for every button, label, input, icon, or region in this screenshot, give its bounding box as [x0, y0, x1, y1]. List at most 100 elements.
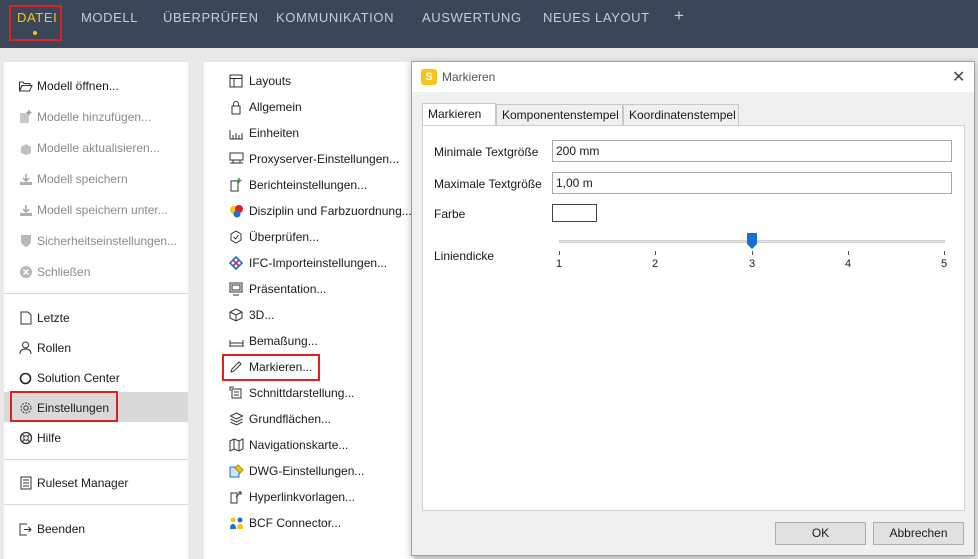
lifebuoy-icon	[18, 431, 33, 446]
tab-kommunikation[interactable]: KOMMUNIKATION	[276, 0, 394, 48]
menu-item-label: Modell speichern unter...	[37, 203, 168, 217]
slider-tick-label: 1	[555, 258, 563, 270]
menu-item-modelle-hinzufuegen[interactable]: Modelle hinzufügen...	[18, 106, 151, 128]
settings-item-dwg[interactable]: DWG-Einstellungen...	[228, 461, 364, 481]
settings-item-label: Schnittdarstellung...	[249, 386, 355, 400]
settings-item-bcf-connector[interactable]: BCF Connector...	[228, 513, 341, 533]
menu-item-modell-speichern-unter[interactable]: Modell speichern unter...	[18, 199, 168, 221]
settings-item-label: Einheiten	[249, 126, 300, 140]
settings-item-layouts[interactable]: Layouts	[228, 71, 291, 91]
settings-item-label: Überprüfen...	[249, 230, 320, 244]
settings-item-label: Disziplin und Farbzuordnung...	[249, 204, 412, 218]
settings-item-ifc-import[interactable]: IFC-Importeinstellungen...	[228, 253, 387, 273]
close-circle-icon	[18, 265, 33, 280]
menu-item-modell-oeffnen[interactable]: Modell öffnen...	[18, 75, 119, 97]
menu-item-letzte[interactable]: Letzte	[18, 307, 70, 329]
settings-item-bemassung[interactable]: Bemaßung...	[228, 331, 318, 351]
circle-icon	[18, 371, 33, 386]
document-icon	[18, 311, 33, 326]
section-icon	[228, 385, 244, 401]
settings-item-3d[interactable]: 3D...	[228, 305, 274, 325]
settings-item-label: BCF Connector...	[249, 516, 342, 530]
min-text-size-label: Minimale Textgröße	[434, 145, 539, 159]
settings-item-navigationskarte[interactable]: Navigationskarte...	[228, 435, 348, 455]
ok-button[interactable]: OK	[775, 522, 866, 545]
settings-item-label: 3D...	[249, 308, 275, 322]
tab-auswertung[interactable]: AUSWERTUNG	[422, 0, 522, 48]
user-icon	[18, 341, 33, 356]
max-text-size-label: Maximale Textgröße	[434, 177, 542, 191]
slider-tick	[848, 251, 849, 255]
slider-tick-label: 5	[940, 258, 948, 270]
settings-menu-panel: Layouts Allgemein Einheiten Proxyserver-…	[204, 62, 414, 559]
min-text-size-input[interactable]: 200 mm	[552, 140, 952, 162]
presentation-icon	[228, 281, 244, 297]
menu-item-sicherheitseinstellungen[interactable]: Sicherheitseinstellungen...	[18, 230, 177, 252]
settings-item-praesentation[interactable]: Präsentation...	[228, 279, 326, 299]
slider-tick-label: 3	[748, 258, 756, 270]
settings-item-hyperlinkvorlagen[interactable]: Hyperlinkvorlagen...	[228, 487, 355, 507]
max-text-size-input[interactable]: 1,00 m	[552, 172, 952, 194]
menu-item-rollen[interactable]: Rollen	[18, 337, 71, 359]
settings-item-einheiten[interactable]: Einheiten	[228, 123, 299, 143]
settings-item-grundflaechen[interactable]: Grundflächen...	[228, 409, 331, 429]
ruleset-icon	[18, 476, 33, 491]
settings-item-label: Bemaßung...	[249, 334, 318, 348]
settings-item-label: Allgemein	[249, 100, 302, 114]
menu-divider	[4, 293, 188, 294]
line-width-slider-thumb[interactable]	[747, 233, 757, 249]
markieren-tab-page: Minimale Textgröße 200 mm Maximale Textg…	[422, 125, 965, 511]
slider-tick	[752, 251, 753, 255]
settings-item-ueberpruefen[interactable]: Überprüfen...	[228, 227, 319, 247]
menu-item-ruleset-manager[interactable]: Ruleset Manager	[18, 472, 128, 494]
add-tab-button[interactable]: +	[674, 6, 684, 26]
menu-item-hilfe[interactable]: Hilfe	[18, 427, 61, 449]
slider-tick	[944, 251, 945, 255]
tab-koordinatenstempel[interactable]: Koordinatenstempel	[623, 104, 739, 126]
menu-item-label: Solution Center	[37, 371, 120, 385]
settings-item-schnittdarstellung[interactable]: Schnittdarstellung...	[228, 383, 354, 403]
top-menu-bar: DATEI MODELL ÜBERPRÜFEN KOMMUNIKATION AU…	[0, 0, 978, 48]
color-discipline-icon	[228, 203, 244, 219]
menu-item-label: Hilfe	[37, 431, 62, 445]
exit-icon	[18, 522, 33, 537]
dimension-icon	[228, 333, 244, 349]
settings-item-allgemein[interactable]: Allgemein	[228, 97, 302, 117]
color-picker-button[interactable]	[552, 204, 597, 222]
refresh-model-icon	[18, 141, 33, 156]
settings-item-label: Layouts	[249, 74, 292, 88]
tab-ueberpruefen[interactable]: ÜBERPRÜFEN	[163, 0, 259, 48]
menu-item-schliessen[interactable]: Schließen	[18, 261, 90, 283]
settings-item-label: Proxyserver-Einstellungen...	[249, 152, 400, 166]
tab-modell[interactable]: MODELL	[81, 0, 138, 48]
menu-item-label: Modelle hinzufügen...	[37, 110, 152, 124]
tab-neues-layout[interactable]: NEUES LAYOUT	[543, 0, 650, 48]
settings-item-label: IFC-Importeinstellungen...	[249, 256, 388, 270]
folder-open-icon	[18, 79, 33, 94]
dialog-title: Markieren	[442, 70, 496, 84]
settings-item-label: DWG-Einstellungen...	[249, 464, 365, 478]
markieren-dialog: S Markieren ✕ Markieren Komponentenstemp…	[411, 61, 975, 556]
menu-item-beenden[interactable]: Beenden	[18, 518, 85, 540]
settings-item-proxyserver[interactable]: Proxyserver-Einstellungen...	[228, 149, 399, 169]
cube-icon	[228, 307, 244, 323]
cancel-button[interactable]: Abbrechen	[873, 522, 964, 545]
menu-divider	[4, 459, 188, 460]
menu-item-label: Beenden	[37, 522, 86, 536]
settings-item-label: Hyperlinkvorlagen...	[249, 490, 356, 504]
menu-item-modell-speichern[interactable]: Modell speichern	[18, 168, 128, 190]
menu-item-label: Ruleset Manager	[37, 476, 129, 490]
bcf-icon	[228, 515, 244, 531]
report-icon	[228, 177, 244, 193]
close-icon[interactable]: ✕	[952, 67, 965, 87]
menu-item-label: Modelle aktualisieren...	[37, 141, 160, 155]
menu-item-label: Modell öffnen...	[37, 79, 119, 93]
menu-item-label: Modell speichern	[37, 172, 128, 186]
settings-item-disziplin-farbzuordnung[interactable]: Disziplin und Farbzuordnung...	[228, 201, 412, 221]
tab-komponentenstempel[interactable]: Komponentenstempel	[496, 104, 623, 126]
settings-item-berichteinstellungen[interactable]: Berichteinstellungen...	[228, 175, 367, 195]
lock-icon	[228, 99, 244, 115]
menu-item-solution-center[interactable]: Solution Center	[18, 367, 120, 389]
tab-markieren[interactable]: Markieren	[422, 103, 496, 126]
menu-item-modelle-aktualisieren[interactable]: Modelle aktualisieren...	[18, 137, 160, 159]
